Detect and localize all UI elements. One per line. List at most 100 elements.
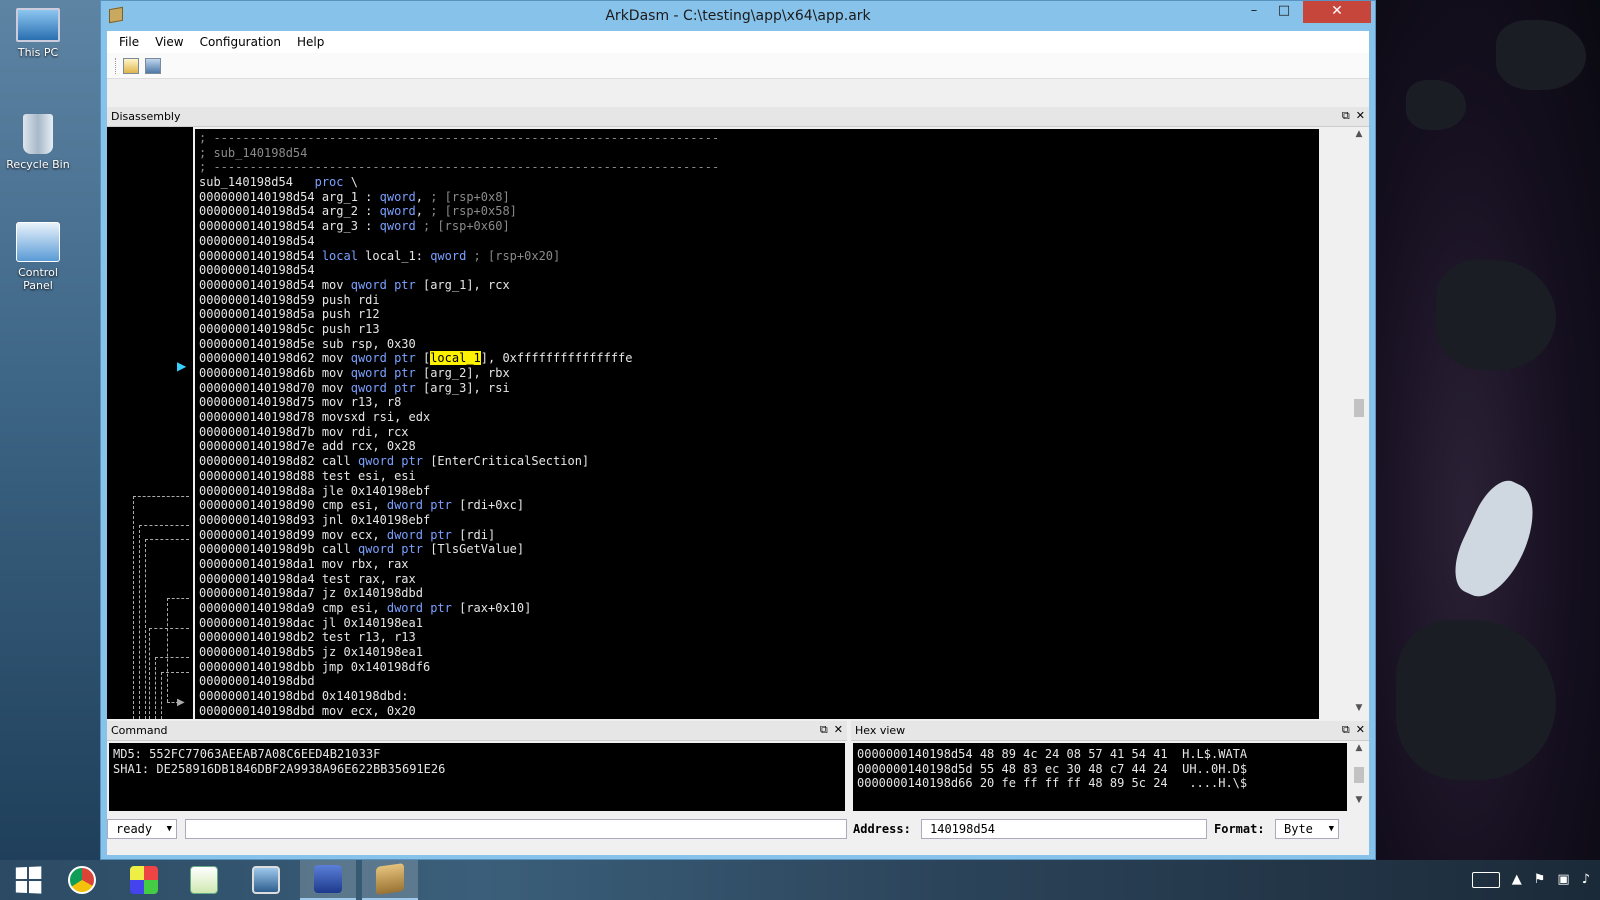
arkdasm-icon xyxy=(376,863,404,895)
start-button[interactable] xyxy=(0,860,56,900)
disasm-line[interactable]: 0000000140198dbd xyxy=(199,674,1315,689)
disasm-line[interactable]: 0000000140198d5a push r12 xyxy=(199,307,1315,322)
operand: [TlsGetValue] xyxy=(422,542,525,557)
maximize-button[interactable]: □ xyxy=(1269,1,1299,23)
disasm-line[interactable]: 0000000140198d90 cmp esi, dword ptr [rdi… xyxy=(199,498,1315,513)
desktop-icon-this-pc[interactable]: This PC xyxy=(2,8,74,59)
disasm-line[interactable]: 0000000140198d75 mov r13, r8 xyxy=(199,395,1315,410)
open-icon[interactable] xyxy=(123,57,139,74)
menu-configuration[interactable]: Configuration xyxy=(192,35,289,49)
tray-expand-icon[interactable]: ▲ xyxy=(1512,872,1522,888)
disasm-line[interactable]: 0000000140198da4 test rax, rax xyxy=(199,572,1315,587)
disasm-line[interactable]: 0000000140198d70 mov qword ptr [arg_3], … xyxy=(199,381,1315,396)
flag-icon[interactable]: ⚑ xyxy=(1534,872,1546,888)
operand: [arg_3], rsi xyxy=(415,380,510,395)
hex-scrollbar[interactable]: ▲ ▼ xyxy=(1351,743,1367,811)
taskbar-arkdasm[interactable] xyxy=(362,860,418,900)
keyword: qword ptr xyxy=(350,380,416,395)
save-icon[interactable] xyxy=(145,57,161,74)
instruction: 0000000140198db2 test r13, r13 xyxy=(199,630,416,645)
command-output[interactable]: MD5: 552FC77063AEEAB7A08C6EED4B21033F SH… xyxy=(109,743,845,811)
disasm-line[interactable]: 0000000140198d8a jle 0x140198ebf xyxy=(199,484,1315,499)
scroll-up-icon[interactable]: ▲ xyxy=(1351,743,1367,759)
close-panel-icon[interactable]: ✕ xyxy=(1356,109,1365,123)
instruction: 0000000140198d54 arg_2 : xyxy=(199,204,380,219)
address-input[interactable]: 140198d54 xyxy=(921,819,1207,839)
disasm-line[interactable]: 0000000140198d78 movsxd rsi, edx xyxy=(199,410,1315,425)
scroll-up-icon[interactable]: ▲ xyxy=(1351,129,1367,145)
proc-name: sub_140198d54 xyxy=(199,175,315,190)
disasm-line[interactable]: 0000000140198d88 test esi, esi xyxy=(199,469,1315,484)
command-title: Command xyxy=(111,724,168,737)
disasm-line[interactable]: ; --------------------------------------… xyxy=(199,160,1315,175)
state-dropdown[interactable]: ready ▼ xyxy=(107,819,177,839)
command-input[interactable] xyxy=(185,819,847,839)
disasm-line[interactable]: ; sub_140198d54 xyxy=(199,146,1315,161)
network-icon[interactable]: ▣ xyxy=(1557,872,1569,888)
menu-help[interactable]: Help xyxy=(289,35,332,49)
taskbar-notepad[interactable] xyxy=(176,860,232,900)
disassembly-scrollbar[interactable]: ▲ ▼ xyxy=(1351,129,1367,719)
taskbar-floppy[interactable] xyxy=(300,860,356,900)
scroll-down-icon[interactable]: ▼ xyxy=(1351,795,1367,811)
disasm-line[interactable]: 0000000140198da7 jz 0x140198dbd xyxy=(199,586,1315,601)
disasm-line[interactable]: 0000000140198dbb jmp 0x140198df6 xyxy=(199,660,1315,675)
float-panel-icon[interactable]: ⧉ xyxy=(1342,723,1350,737)
disasm-line[interactable]: 0000000140198d82 call qword ptr [EnterCr… xyxy=(199,454,1315,469)
disasm-line[interactable]: 0000000140198d5c push r13 xyxy=(199,322,1315,337)
title-bar[interactable]: ArkDasm - C:\testing\app\x64\app.ark – □… xyxy=(101,1,1375,31)
format-dropdown[interactable]: Byte ▼ xyxy=(1275,819,1339,839)
disasm-line[interactable]: 0000000140198d6b mov qword ptr [arg_2], … xyxy=(199,366,1315,381)
keyword: proc xyxy=(314,175,344,190)
disasm-line[interactable]: 0000000140198dbd 0x140198dbd: xyxy=(199,689,1315,704)
disasm-line[interactable]: ; --------------------------------------… xyxy=(199,131,1315,146)
disasm-line[interactable]: 0000000140198dbd mov ecx, 0x20 xyxy=(199,704,1315,719)
disasm-line[interactable]: 0000000140198d7b mov rdi, rcx xyxy=(199,425,1315,440)
keyboard-icon[interactable] xyxy=(1471,872,1500,888)
disasm-line[interactable]: 0000000140198da9 cmp esi, dword ptr [rax… xyxy=(199,601,1315,616)
disasm-line[interactable]: 0000000140198d62 mov qword ptr [local_1]… xyxy=(199,351,1315,366)
disasm-line[interactable]: 0000000140198da1 mov rbx, rax xyxy=(199,557,1315,572)
disasm-line[interactable]: 0000000140198d54 mov qword ptr [arg_1], … xyxy=(199,278,1315,293)
desktop-icon-control-panel[interactable]: Control Panel xyxy=(2,222,74,292)
menu-file[interactable]: File xyxy=(111,35,147,49)
disasm-line[interactable]: 0000000140198db2 test r13, r13 xyxy=(199,630,1315,645)
disasm-line[interactable]: 0000000140198d5e sub rsp, 0x30 xyxy=(199,337,1315,352)
scroll-down-icon[interactable]: ▼ xyxy=(1351,703,1367,719)
instruction: 0000000140198da1 mov rbx, rax xyxy=(199,556,409,571)
menu-view[interactable]: View xyxy=(147,35,191,49)
disasm-line[interactable]: 0000000140198d54 arg_1 : qword, ; [rsp+0… xyxy=(199,190,1315,205)
disasm-line[interactable]: 0000000140198d7e add rcx, 0x28 xyxy=(199,439,1315,454)
close-panel-icon[interactable]: ✕ xyxy=(834,723,843,737)
scroll-thumb[interactable] xyxy=(1354,767,1364,783)
disasm-line[interactable]: 0000000140198d54 local local_1: qword ; … xyxy=(199,249,1315,264)
float-panel-icon[interactable]: ⧉ xyxy=(1342,109,1350,123)
taskbar-paint[interactable] xyxy=(116,860,172,900)
disasm-line[interactable]: 0000000140198db5 jz 0x140198ea1 xyxy=(199,645,1315,660)
disasm-line[interactable]: 0000000140198d54 xyxy=(199,263,1315,278)
disasm-line[interactable]: 0000000140198d54 xyxy=(199,234,1315,249)
close-button[interactable]: ✕ xyxy=(1303,1,1371,23)
disasm-line[interactable]: 0000000140198dac jl 0x140198ea1 xyxy=(199,616,1315,631)
hex-view-header: Hex view ⧉ ✕ xyxy=(851,721,1369,741)
disasm-line[interactable]: 0000000140198d59 push rdi xyxy=(199,293,1315,308)
disasm-line[interactable]: sub_140198d54 proc \ xyxy=(199,175,1315,190)
instruction: 0000000140198d54 xyxy=(199,233,315,248)
hex-view-output[interactable]: 0000000140198d54 48 89 4c 24 08 57 41 54… xyxy=(853,743,1347,811)
disasm-line[interactable]: 0000000140198d93 jnl 0x140198ebf xyxy=(199,513,1315,528)
close-panel-icon[interactable]: ✕ xyxy=(1356,723,1365,737)
disasm-line[interactable]: 0000000140198d54 arg_3 : qword ; [rsp+0x… xyxy=(199,219,1315,234)
desktop-icon-recycle-bin[interactable]: Recycle Bin xyxy=(2,114,74,171)
float-panel-icon[interactable]: ⧉ xyxy=(820,723,828,737)
volume-icon[interactable]: ♪ xyxy=(1582,872,1590,888)
taskbar-monitor[interactable] xyxy=(238,860,294,900)
disassembly-header: Disassembly ⧉ ✕ xyxy=(107,107,1369,127)
disasm-line[interactable]: 0000000140198d54 arg_2 : qword, ; [rsp+0… xyxy=(199,204,1315,219)
instruction: 0000000140198d70 mov xyxy=(199,380,351,395)
minimize-button[interactable]: – xyxy=(1239,1,1269,23)
disasm-line[interactable]: 0000000140198d9b call qword ptr [TlsGetV… xyxy=(199,542,1315,557)
scroll-thumb[interactable] xyxy=(1354,399,1364,417)
disasm-line[interactable]: 0000000140198d99 mov ecx, dword ptr [rdi… xyxy=(199,528,1315,543)
disassembly-listing[interactable]: ; --------------------------------------… xyxy=(195,129,1319,719)
taskbar-chrome[interactable] xyxy=(54,860,110,900)
